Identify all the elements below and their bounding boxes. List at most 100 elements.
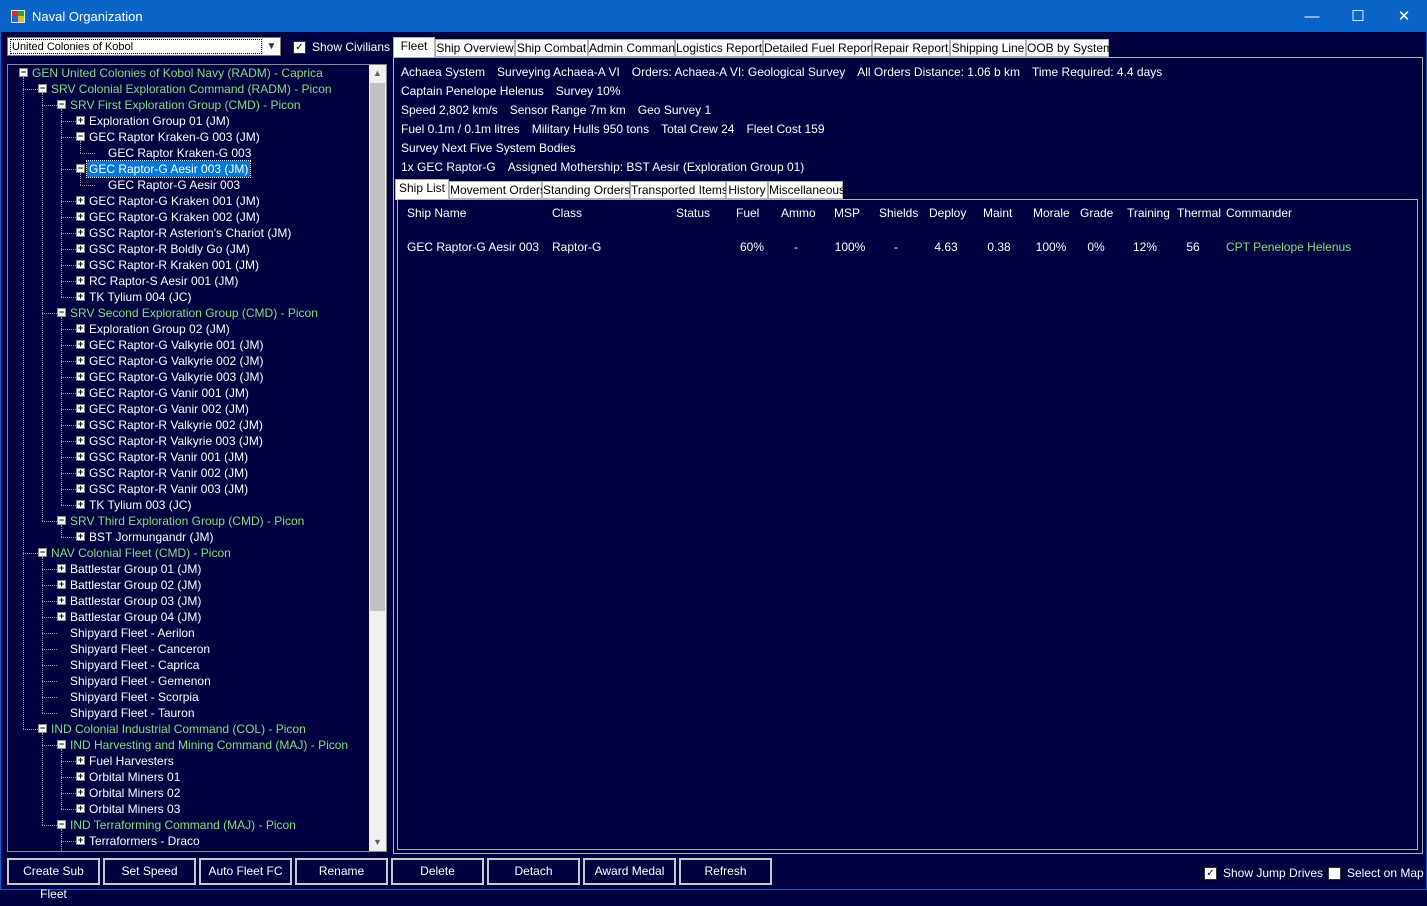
tree-node[interactable]: − IND Harvesting and Mining Command (MAJ)… xyxy=(8,737,370,753)
refresh-button[interactable]: Refresh xyxy=(679,858,772,885)
subtab-miscellaneous[interactable]: Miscellaneous xyxy=(768,181,845,199)
expand-icon[interactable]: + xyxy=(76,372,85,381)
tree-node[interactable]: GEC Raptor-G Aesir 003 xyxy=(8,177,370,193)
tree-node[interactable]: − GEC Raptor Kraken-G 003 (JM) xyxy=(8,129,370,145)
tree-node[interactable]: + GSC Raptor-R Valkyrie 003 (JM) xyxy=(8,433,370,449)
tree-scrollbar[interactable]: ▲ ▼ xyxy=(369,65,386,851)
expand-icon[interactable]: + xyxy=(76,756,85,765)
expand-icon[interactable]: + xyxy=(76,260,85,269)
tree-node[interactable]: + Orbital Miners 01 xyxy=(8,769,370,785)
tree-node[interactable]: − IND Colonial Industrial Command (COL) -… xyxy=(8,721,370,737)
select-on-map-checkbox[interactable]: Select on Map xyxy=(1328,866,1424,880)
expand-icon[interactable]: + xyxy=(76,484,85,493)
tree-node[interactable]: + Exploration Group 02 (JM) xyxy=(8,321,370,337)
expand-icon[interactable]: + xyxy=(76,324,85,333)
table-row[interactable]: GEC Raptor-G Aesir 003 Raptor-G 60% - 100% - 4… xyxy=(398,200,1417,260)
expand-icon[interactable]: + xyxy=(76,420,85,429)
expand-icon[interactable]: + xyxy=(76,276,85,285)
maximize-button[interactable]: ☐ xyxy=(1335,1,1381,32)
tree-node[interactable]: + Fuel Harvesters xyxy=(8,753,370,769)
tab-fleet[interactable]: Fleet xyxy=(393,37,435,58)
tree-node[interactable]: + GEC Raptor-G Valkyrie 001 (JM) xyxy=(8,337,370,353)
show-civilians-checkbox[interactable]: ✓ Show Civilians xyxy=(293,40,390,54)
set-speed-button[interactable]: Set Speed xyxy=(103,858,196,885)
detach-button[interactable]: Detach xyxy=(487,858,580,885)
tree-node[interactable]: − SRV Third Exploration Group (CMD) - Pic… xyxy=(8,513,370,529)
tab-repair-report[interactable]: Repair Report xyxy=(872,39,950,57)
tree-node[interactable]: + RC Raptor-S Aesir 001 (JM) xyxy=(8,273,370,289)
collapse-icon[interactable]: − xyxy=(57,740,66,749)
scroll-thumb[interactable] xyxy=(370,83,385,611)
expand-icon[interactable]: + xyxy=(76,500,85,509)
tree-node[interactable]: + Battlestar Group 03 (JM) xyxy=(8,593,370,609)
tree-node[interactable]: Shipyard Fleet - Aerilon xyxy=(8,625,370,641)
tab-admin-command[interactable]: Admin Command xyxy=(588,39,682,57)
auto-fleet-fc-button[interactable]: Auto Fleet FC xyxy=(199,858,292,885)
tree-node[interactable]: + Battlestar Group 02 (JM) xyxy=(8,577,370,593)
expand-icon[interactable]: + xyxy=(76,340,85,349)
tree-node[interactable]: + GSC Raptor-R Kraken 001 (JM) xyxy=(8,257,370,273)
tree-node[interactable]: − SRV Colonial Exploration Command (RADM)… xyxy=(8,81,370,97)
expand-icon[interactable]: + xyxy=(76,228,85,237)
chevron-down-icon[interactable]: ▼ xyxy=(262,38,280,55)
tab-ship-combat[interactable]: Ship Combat xyxy=(515,39,588,57)
expand-icon[interactable]: + xyxy=(76,212,85,221)
tree-node[interactable]: Shipyard Fleet - Caprica xyxy=(8,657,370,673)
expand-icon[interactable]: + xyxy=(76,468,85,477)
tree-node[interactable]: − GEC Raptor-G Aesir 003 (JM) xyxy=(8,160,370,178)
tree-node[interactable]: + GEC Raptor-G Vanir 001 (JM) xyxy=(8,385,370,401)
tree-node[interactable]: + GEC Raptor-G Valkyrie 002 (JM) xyxy=(8,353,370,369)
collapse-icon[interactable]: − xyxy=(38,724,47,733)
scroll-up-icon[interactable]: ▲ xyxy=(369,65,386,82)
subtab-history[interactable]: History xyxy=(726,181,768,199)
tree-node[interactable]: Shipyard Fleet - Tauron xyxy=(8,705,370,721)
expand-icon[interactable]: + xyxy=(76,452,85,461)
subtab-standing-orders[interactable]: Standing Orders xyxy=(542,181,630,199)
collapse-icon[interactable]: − xyxy=(38,84,47,93)
expand-icon[interactable]: + xyxy=(76,404,85,413)
tree-node[interactable]: − NAV Colonial Fleet (CMD) - Picon xyxy=(8,545,370,561)
tree-node[interactable]: + GSC Raptor-R Boldly Go (JM) xyxy=(8,241,370,257)
collapse-icon[interactable]: − xyxy=(38,548,47,557)
tree-node[interactable]: + Orbital Miners 02 xyxy=(8,785,370,801)
expand-icon[interactable]: + xyxy=(76,356,85,365)
tree-node[interactable]: + Battlestar Group 04 (JM) xyxy=(8,609,370,625)
expand-icon[interactable]: + xyxy=(57,580,66,589)
collapse-icon[interactable]: − xyxy=(76,164,85,173)
collapse-icon[interactable]: − xyxy=(19,68,28,77)
expand-icon[interactable]: + xyxy=(76,788,85,797)
tree-node[interactable]: + Exploration Group 01 (JM) xyxy=(8,113,370,129)
expand-icon[interactable]: + xyxy=(57,564,66,573)
tab-oob-by-system[interactable]: OOB by System xyxy=(1026,39,1113,57)
expand-icon[interactable]: + xyxy=(76,244,85,253)
tree-node[interactable]: Shipyard Fleet - Canceron xyxy=(8,641,370,657)
expand-icon[interactable]: + xyxy=(76,532,85,541)
tab-detailed-fuel-report[interactable]: Detailed Fuel Report xyxy=(763,39,874,57)
collapse-icon[interactable]: − xyxy=(57,100,66,109)
collapse-icon[interactable]: − xyxy=(57,820,66,829)
expand-icon[interactable]: + xyxy=(76,772,85,781)
expand-icon[interactable]: + xyxy=(76,804,85,813)
collapse-icon[interactable]: − xyxy=(57,516,66,525)
empire-dropdown[interactable]: United Colonies of Kobol ▼ xyxy=(7,37,281,56)
tree-node[interactable]: + GSC Raptor-R Asterion's Chariot (JM) xyxy=(8,225,370,241)
tree-node[interactable]: − GEN United Colonies of Kobol Navy (RADM… xyxy=(8,65,370,81)
collapse-icon[interactable]: − xyxy=(76,132,85,141)
close-button[interactable]: ✕ xyxy=(1381,1,1427,32)
tree-node[interactable]: Shipyard Fleet - Gemenon xyxy=(8,673,370,689)
tree-node[interactable]: GEC Raptor Kraken-G 003 xyxy=(8,145,370,161)
subtab-movement-orders[interactable]: Movement Orders xyxy=(449,181,546,199)
expand-icon[interactable]: + xyxy=(76,292,85,301)
tab-logistics-report[interactable]: Logistics Report xyxy=(675,39,763,57)
award-medal-button[interactable]: Award Medal xyxy=(583,858,676,885)
delete-button[interactable]: Delete xyxy=(391,858,484,885)
tree-node[interactable]: + TK Tylium 003 (JC) xyxy=(8,497,370,513)
expand-icon[interactable]: + xyxy=(76,388,85,397)
tree-node[interactable]: +ANG Raptor 001 xyxy=(8,849,370,851)
scroll-down-icon[interactable]: ▼ xyxy=(369,834,386,851)
tree-node[interactable]: − SRV Second Exploration Group (CMD) - Pi… xyxy=(8,305,370,321)
fleet-tree[interactable]: − GEN United Colonies of Kobol Navy (RADM… xyxy=(7,64,387,852)
minimize-button[interactable]: — xyxy=(1289,1,1335,32)
expand-icon[interactable]: + xyxy=(76,836,85,845)
tree-node[interactable]: Shipyard Fleet - Scorpia xyxy=(8,689,370,705)
